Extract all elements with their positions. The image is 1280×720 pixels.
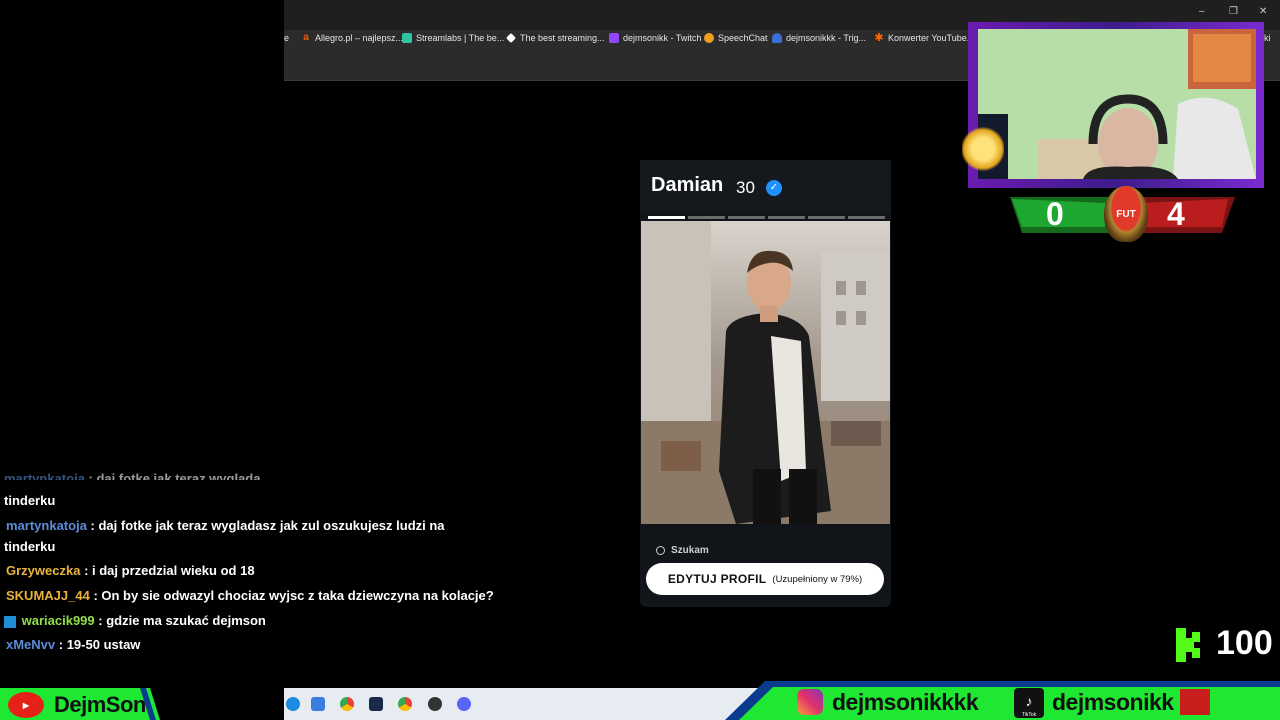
bookmark-speechchat[interactable]: SpeechChat (704, 30, 768, 46)
chat-text: : i daj przedzial wieku od 18 (84, 563, 255, 578)
bookmark-streamlabs[interactable]: Streamlabs | The be... (402, 30, 504, 46)
search-row[interactable]: Szukam (656, 545, 709, 556)
instagram-icon (797, 689, 823, 715)
bookmark-label: The best streaming... (520, 33, 605, 43)
kick-icon (1176, 628, 1206, 662)
bookmark-twitch[interactable]: dejmsonikk - Twitch (609, 30, 701, 46)
red-block (1180, 689, 1210, 715)
verified-icon: ✓ (766, 180, 782, 196)
photo-progress-segment (768, 216, 805, 219)
edit-profile-button[interactable]: EDYTUJ PROFIL (Uzupełniony w 79%) (646, 563, 884, 595)
gold-coins-icon (962, 125, 1004, 173)
chrome-icon[interactable] (340, 697, 354, 711)
close-button[interactable]: ✕ (1259, 6, 1267, 17)
photo-progress-segment (848, 216, 885, 219)
chat-text: : daj fotke jak teraz wygladasz jak zul … (90, 518, 445, 533)
bookmark-label: Konwerter YouTube... (888, 33, 975, 43)
chat-wrap-line: tinderku (4, 539, 56, 554)
webcam-feed (978, 29, 1256, 179)
profile-completion: (Uzupełniony w 79%) (772, 573, 863, 585)
chat-text: : 19-50 ustaw (58, 637, 141, 652)
chrome-icon[interactable] (398, 697, 412, 711)
minimize-button[interactable]: – (1199, 6, 1205, 17)
chat-message: Grzyweczka : i daj przedzial wieku od 18 (4, 560, 504, 581)
chat-message: xMeNvv : 19-50 ustaw (4, 634, 504, 655)
chat-message: SKUMAJJ_44 : On by sie odwazyl chociaz w… (4, 585, 504, 606)
bookmark-label: Streamlabs | The be... (416, 33, 505, 43)
webcam-image (978, 29, 1256, 179)
photo-progress-segment (728, 216, 765, 219)
store-icon[interactable] (311, 697, 325, 711)
edge-icon[interactable] (286, 697, 300, 711)
streamdeck-icon[interactable] (369, 697, 383, 711)
photo-progress-segment (808, 216, 845, 219)
streamlabs-icon (402, 33, 412, 43)
obs-icon[interactable] (428, 697, 442, 711)
bookmark-label: e (284, 33, 290, 43)
twitch-icon (609, 33, 619, 43)
chat-username: martynkatoja (6, 518, 87, 533)
profile-photo-image (641, 221, 890, 524)
chat-username: xMeNvv (6, 637, 56, 652)
bookmark-label: dejmsonikk - Twitch (623, 33, 702, 43)
chat-username: Grzyweczka (6, 563, 81, 578)
speechchat-icon (704, 33, 714, 43)
chat-partial-line: martynkatoja : daj fotke jak teraz wygla… (4, 471, 272, 480)
instagram-handle: dejmsonikkkk (832, 689, 979, 715)
bookmark-triggerfyre[interactable]: dejmsonikkk - Trig... (772, 30, 866, 46)
score-right: 4 (1167, 196, 1185, 232)
search-icon (656, 546, 665, 555)
restore-button[interactable]: ❐ (1229, 6, 1238, 17)
tiktok-handle: dejmsonikk (1052, 689, 1174, 715)
bookmark-label: SpeechChat (718, 33, 768, 43)
bookmark-allegro[interactable]: a Allegro.pl – najlepsz... (301, 30, 403, 46)
bookmark-item[interactable]: e (284, 30, 289, 46)
chat-username: wariacik999 (21, 613, 95, 628)
bookmark-streaming[interactable]: The best streaming... (506, 30, 605, 46)
youtube-icon: ▶ (8, 692, 44, 718)
chat-username: SKUMAJJ_44 (6, 588, 90, 603)
profile-age: 30 (736, 178, 755, 197)
chat-text: : On by sie odwazyl chociaz wyjsc z taka… (93, 588, 494, 603)
chat-wrap-line: tinderku (4, 493, 56, 508)
youtube-handle: DejmSon (54, 692, 146, 717)
bookmark-label: Allegro.pl – najlepsz... (315, 33, 404, 43)
tiktok-icon: ♪ TikTok (1014, 688, 1044, 718)
photo-progress-segment (688, 216, 725, 219)
photo-progress-segment (648, 216, 685, 219)
allegro-icon: a (303, 32, 309, 43)
chat-message: wariacik999 : gdzie ma szukać dejmson (4, 610, 504, 631)
score-left: 0 (1046, 196, 1064, 232)
fut-badge-text: FUT (1116, 208, 1136, 220)
discord-icon[interactable] (457, 697, 471, 711)
search-label: Szukam (671, 545, 709, 556)
chat-text: : gdzie ma szukać dejmson (98, 613, 266, 628)
prime-badge-icon (4, 615, 16, 628)
triggerfyre-icon (772, 33, 782, 43)
kick-viewer-count: 100 (1216, 624, 1273, 662)
profile-photo[interactable] (641, 221, 890, 524)
diamond-icon (506, 33, 516, 43)
converter-icon: ✱ (874, 32, 884, 44)
tiktok-icon-label: TikTok (1021, 712, 1037, 718)
bookmark-label: dejmsonikkk - Trig... (786, 33, 867, 43)
fut-champions-badge-icon: FUT (1104, 186, 1148, 242)
edit-profile-label: EDYTUJ PROFIL (667, 572, 767, 586)
bookmark-converter[interactable]: ✱ Konwerter YouTube... (874, 30, 974, 46)
profile-name: Damian (651, 174, 724, 196)
chat-message: martynkatoja : daj fotke jak teraz wygla… (4, 515, 504, 536)
chat-panel: martynkatoja : daj fotke jak teraz wygla… (0, 470, 520, 660)
